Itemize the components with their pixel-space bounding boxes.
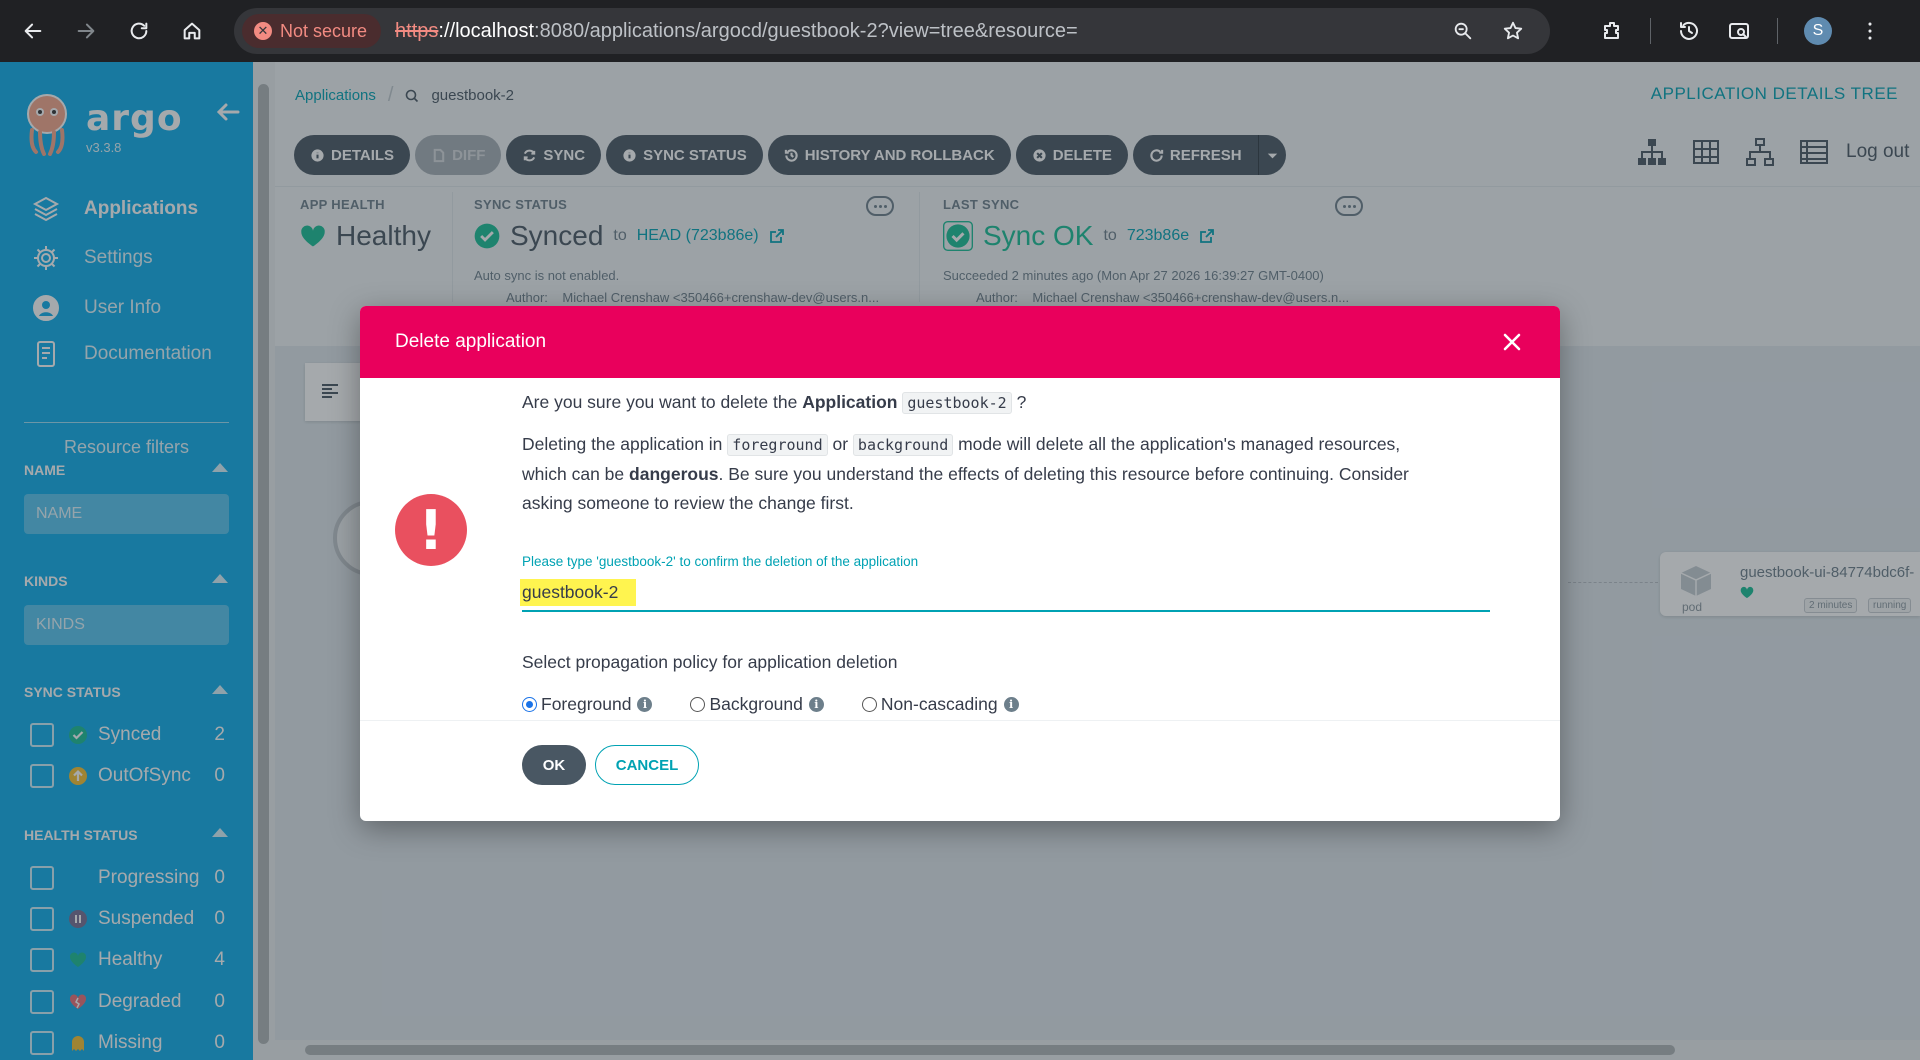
confirm-input-value: guestbook-2 — [520, 578, 637, 606]
url-text[interactable]: https://localhost:8080/applications/argo… — [395, 20, 1078, 43]
info-icon[interactable]: i — [637, 697, 653, 712]
separator — [1777, 18, 1778, 44]
dialog-title: Delete application — [395, 331, 547, 352]
forward-button[interactable] — [66, 11, 106, 51]
ok-button[interactable]: OK — [522, 745, 586, 785]
reload-icon — [130, 22, 148, 40]
confirm-input-label: Please type 'guestbook-2' to confirm the… — [522, 554, 919, 569]
home-button[interactable] — [172, 11, 212, 51]
arrow-left-icon — [24, 23, 42, 39]
cancel-button[interactable]: CANCEL — [595, 745, 699, 785]
kebab-menu-icon[interactable] — [1858, 19, 1882, 43]
history-icon[interactable] — [1677, 19, 1701, 43]
policy-radio-foreground[interactable]: Foreground i — [522, 694, 653, 715]
close-icon — [1503, 333, 1521, 351]
confirm-app-name-input[interactable]: guestbook-2 — [520, 574, 1490, 612]
back-button[interactable] — [13, 11, 53, 51]
policy-radio-background[interactable]: Background i — [690, 694, 824, 715]
dialog-footer: OK CANCEL — [360, 720, 1560, 821]
propagation-policy-label: Select propagation policy for applicatio… — [522, 652, 898, 672]
security-chip[interactable]: ✕ Not secure — [242, 14, 382, 48]
star-icon[interactable] — [1502, 20, 1524, 42]
security-label: Not secure — [280, 20, 368, 41]
dialog-header: Delete application — [360, 306, 1560, 378]
reload-button[interactable] — [119, 11, 159, 51]
arrow-right-icon — [77, 23, 95, 39]
info-icon[interactable]: i — [808, 697, 824, 712]
profile-avatar[interactable]: S — [1804, 17, 1832, 45]
policy-radio-non-cascading[interactable]: Non-cascading i — [861, 694, 1019, 715]
not-secure-icon: ✕ — [254, 22, 272, 40]
dialog-question: Are you sure you want to delete the Appl… — [522, 392, 1027, 414]
separator — [1650, 18, 1651, 44]
browser-toolbar: ✕ Not secure https://localhost:8080/appl… — [0, 0, 1920, 62]
tab-search-icon[interactable] — [1727, 19, 1751, 43]
dialog-description: Deleting the application in foreground o… — [522, 434, 1409, 513]
delete-application-dialog: Delete application ! Are you sure you wa… — [360, 306, 1560, 821]
extensions-icon[interactable] — [1600, 19, 1624, 43]
radio-button[interactable] — [522, 697, 537, 712]
dialog-close-button[interactable] — [1498, 328, 1526, 356]
address-bar[interactable]: ✕ Not secure https://localhost:8080/appl… — [234, 8, 1550, 54]
home-icon — [183, 22, 201, 40]
info-icon[interactable]: i — [1003, 697, 1019, 712]
radio-button[interactable] — [861, 697, 877, 712]
warning-icon: ! — [395, 494, 467, 566]
zoom-icon[interactable] — [1452, 20, 1474, 42]
propagation-policy-group: Foreground i Background i Non-cascading … — [522, 694, 1057, 715]
radio-button[interactable] — [690, 697, 706, 712]
